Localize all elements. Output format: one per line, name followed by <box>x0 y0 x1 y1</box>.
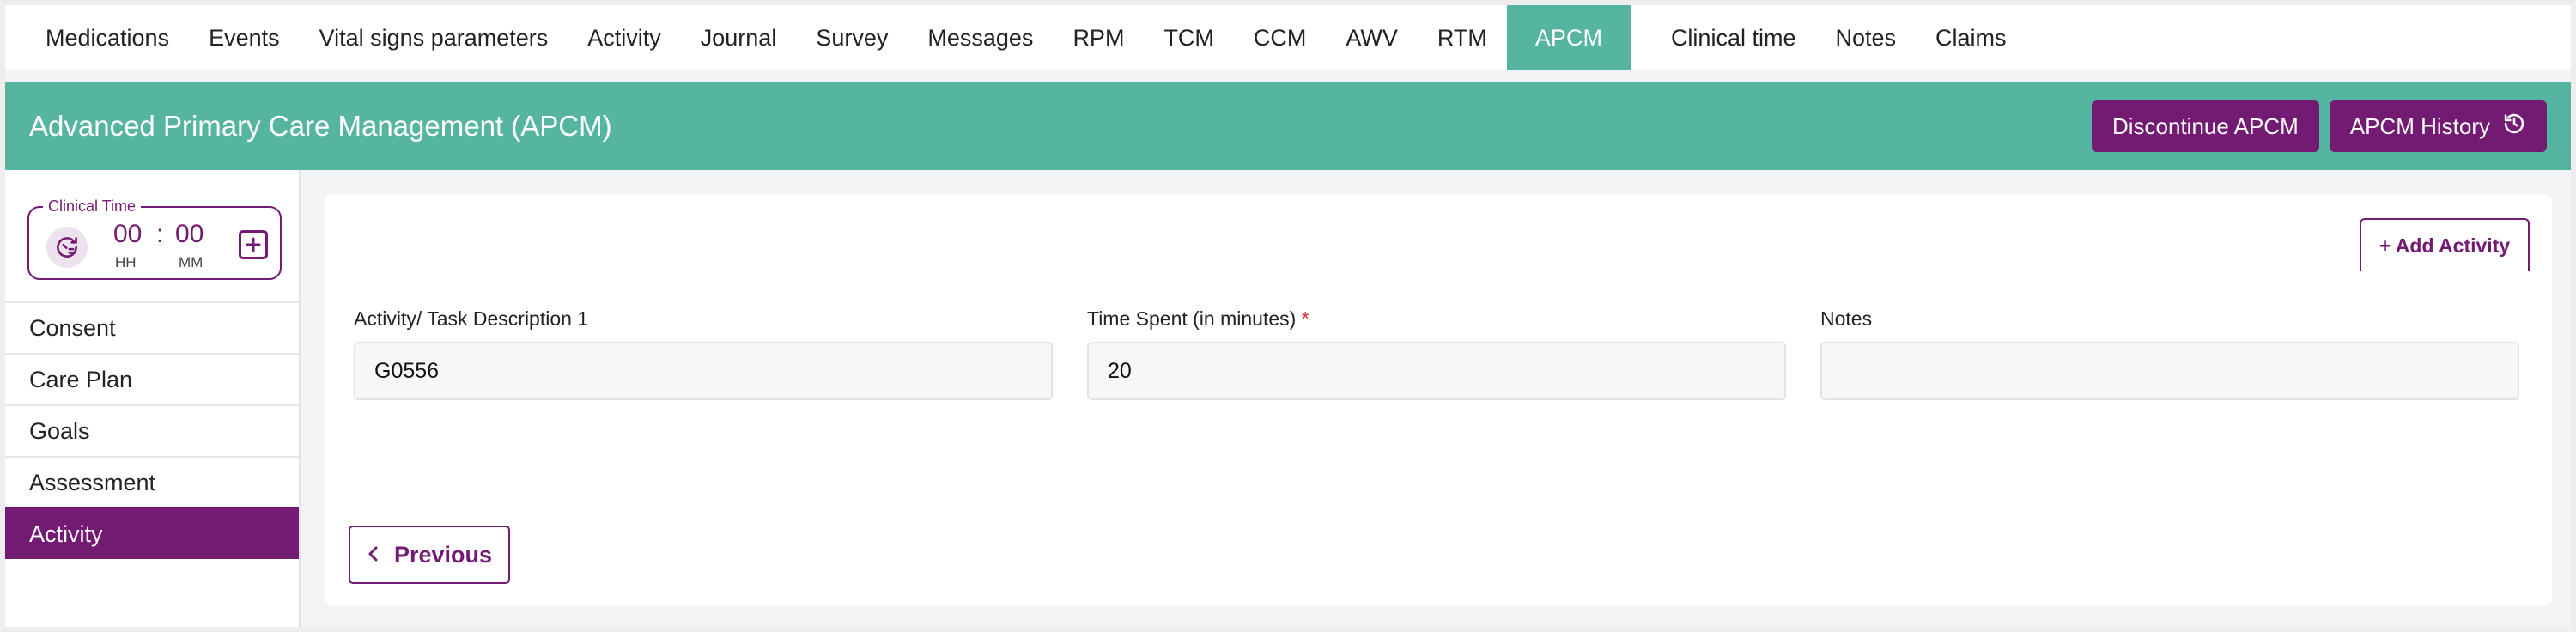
notes-label: Notes <box>1820 307 1873 330</box>
tab-ccm[interactable]: CCM <box>1234 5 1327 70</box>
tab-claims[interactable]: Claims <box>1916 5 2026 70</box>
apcm-history-button[interactable]: APCM History <box>2329 100 2547 152</box>
sidebar-item-consent[interactable]: Consent <box>5 301 299 353</box>
tab-messages[interactable]: Messages <box>908 5 1053 70</box>
program-banner: Advanced Primary Care Management (APCM) … <box>5 82 2571 170</box>
clinical-time-minutes: 00 <box>175 220 204 248</box>
activity-description-label: Activity/ Task Description 1 <box>354 307 589 330</box>
previous-button[interactable]: Previous <box>349 526 510 584</box>
sidebar-item-goals[interactable]: Goals <box>5 404 299 456</box>
discontinue-apcm-label: Discontinue APCM <box>2111 112 2299 139</box>
tab-tcm[interactable]: TCM <box>1144 5 1233 70</box>
time-spent-label: Time Spent (in minutes) * <box>1087 307 1309 330</box>
time-spent-input[interactable]: 20 <box>1087 342 1786 400</box>
tab-journal[interactable]: Journal <box>681 5 797 70</box>
tab-clinical-time[interactable]: Clinical time <box>1651 5 1816 70</box>
activity-card: + Add Activity Activity/ Task Descriptio… <box>325 194 2552 605</box>
add-clinical-time-button[interactable] <box>239 230 268 259</box>
tab-medications[interactable]: Medications <box>26 5 189 70</box>
tab-apcm[interactable]: APCM <box>1506 5 1631 70</box>
plus-square-icon <box>246 237 261 252</box>
tab-events[interactable]: Events <box>189 5 300 70</box>
clinical-time-legend: Clinical Time <box>43 198 142 216</box>
discontinue-apcm-button[interactable]: Discontinue APCM <box>2091 100 2319 152</box>
page-title: Advanced Primary Care Management (APCM) <box>29 110 612 142</box>
chevron-left-icon <box>367 542 380 568</box>
notes-input[interactable] <box>1820 342 2519 400</box>
clinical-time-hours: 00 <box>113 220 143 248</box>
time-spent-field-group: Time Spent (in minutes) * 20 <box>1087 307 1786 400</box>
minutes-unit-label: MM <box>179 254 204 270</box>
tab-survey[interactable]: Survey <box>796 5 908 70</box>
apcm-history-label: APCM History <box>2349 112 2490 139</box>
tab-notes[interactable]: Notes <box>1815 5 1916 70</box>
tab-rpm[interactable]: RPM <box>1053 5 1144 70</box>
previous-label: Previous <box>393 541 493 568</box>
timer-icon[interactable] <box>46 227 88 268</box>
banner-actions: Discontinue APCM APCM History <box>2091 100 2547 152</box>
tab-awv[interactable]: AWV <box>1326 5 1418 70</box>
tab-rtm[interactable]: RTM <box>1418 5 1507 70</box>
required-mark: * <box>1301 307 1309 330</box>
history-icon <box>2502 112 2526 142</box>
sidebar-menu: Consent Care Plan Goals Assessment Activ… <box>5 301 299 559</box>
top-nav: Medications Events Vital signs parameter… <box>5 5 2571 70</box>
clinical-time-separator: : <box>156 220 164 248</box>
hours-unit-label: HH <box>115 254 137 270</box>
activity-description-input[interactable]: G0556 <box>354 342 1053 400</box>
activity-description-field-group: Activity/ Task Description 1 G0556 <box>354 307 1053 400</box>
sidebar: Clinical Time 00 : 00 HH MM Consent Care… <box>5 170 301 627</box>
clinical-time-widget: Clinical Time 00 : 00 HH MM <box>27 198 282 280</box>
sidebar-item-care-plan[interactable]: Care Plan <box>5 353 299 404</box>
add-activity-button[interactable]: + Add Activity <box>2360 218 2530 271</box>
tab-vital-signs-parameters[interactable]: Vital signs parameters <box>300 5 568 70</box>
activity-description-suffix: 1 <box>577 307 589 330</box>
sidebar-item-activity[interactable]: Activity <box>5 507 299 559</box>
sidebar-item-assessment[interactable]: Assessment <box>5 456 299 507</box>
notes-field-group: Notes <box>1820 307 2519 400</box>
tab-activity[interactable]: Activity <box>568 5 681 70</box>
